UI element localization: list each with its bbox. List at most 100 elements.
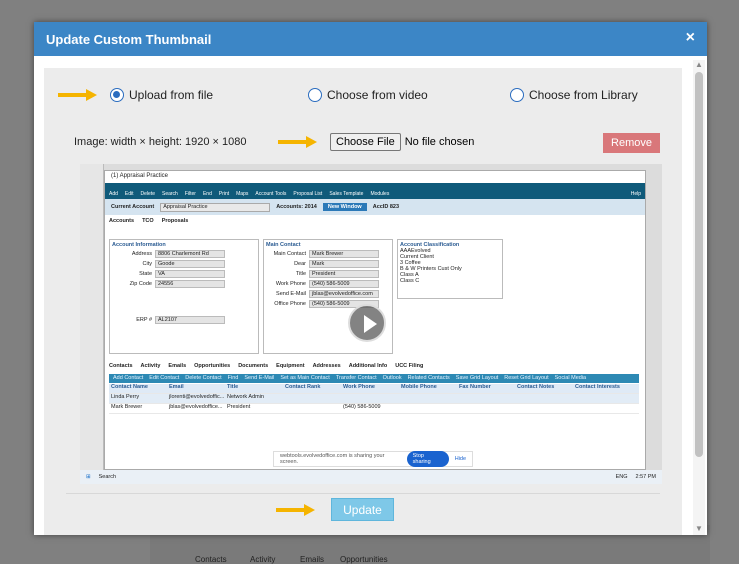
thumb-tab: Accounts [109, 218, 135, 224]
thumb-tool: Search [161, 191, 178, 197]
thumb-field-value: (540) 586-5009 [309, 280, 379, 288]
thumb-tab: TCO [142, 218, 154, 224]
thumb-box-title: Main Contact [266, 242, 301, 248]
close-icon[interactable]: × [686, 29, 695, 47]
thumb-cell: Mark Brewer [111, 404, 143, 410]
thumb-tab: Additional Info [348, 363, 388, 369]
bg-tab: Opportunities [340, 555, 388, 564]
thumb-tab: Proposals [161, 218, 189, 224]
thumb-action: Set as Main Contact [280, 375, 330, 381]
thumb-account-select: Appraisal Practice [160, 202, 271, 212]
thumb-cell: jlorenti@evolvedoffic... [169, 394, 225, 400]
thumb-grid-row: Linda Perry jlorenti@evolvedoffic... Netwo… [109, 394, 639, 404]
scroll-up-icon[interactable]: ▲ [695, 60, 703, 69]
thumb-tab: Addresses [312, 363, 341, 369]
thumb-stop-sharing: Stop sharing [406, 451, 449, 467]
thumb-tab: Emails [168, 363, 187, 369]
thumb-grid-header: Contact Name Email Title Contact Rank Work P… [109, 384, 639, 394]
thumb-tool: End [202, 191, 212, 197]
thumb-field-label: Title [295, 271, 306, 277]
thumb-col: Work Phone [343, 384, 375, 390]
thumb-field-label: Dear [294, 261, 306, 267]
thumb-tool: Account Tools [255, 191, 287, 197]
modal-body: Upload from file Choose from video Choos… [44, 68, 682, 535]
thumb-field-value: President [309, 270, 379, 278]
thumb-new-window: New Window [322, 203, 367, 211]
modal-scrollbar[interactable]: ▲ ▼ [693, 60, 705, 535]
thumb-accounts-count: Accounts: 2014 [276, 204, 317, 210]
thumb-col: Contact Rank [285, 384, 321, 390]
radio-choose-from-library[interactable]: Choose from Library [510, 88, 638, 102]
play-icon[interactable] [348, 304, 386, 342]
thumb-tab: UCC Filing [395, 363, 424, 369]
thumb-contacts-grid: Contact Name Email Title Contact Rank Work P… [109, 384, 639, 414]
thumb-action: Send E-Mail [244, 375, 275, 381]
thumb-tool: Edit [124, 191, 134, 197]
radio-label: Upload from file [129, 88, 214, 102]
radio-icon[interactable] [510, 88, 524, 102]
modal-header: Update Custom Thumbnail × [34, 22, 707, 56]
thumb-cell: Network Admin [227, 394, 264, 400]
radio-label: Choose from video [327, 88, 428, 102]
thumb-action: Add Contact [113, 375, 144, 381]
update-button[interactable]: Update [331, 498, 394, 521]
thumb-contact-tabs: Contacts Activity Emails Opportunities Docum… [109, 363, 423, 369]
thumb-time: 2:57 PM [635, 474, 656, 480]
thumb-tool: Proposal List [293, 191, 323, 197]
thumb-field-value: jblas@evolvedoffice.com [309, 290, 379, 298]
thumb-field-label: State [139, 271, 152, 277]
thumb-action: Reset Grid Layout [504, 375, 549, 381]
thumb-field-label: Address [131, 251, 152, 257]
thumb-account-info: Account Information Address 8806 Charlemo… [109, 239, 259, 354]
thumb-action: Outlook [382, 375, 402, 381]
radio-upload-from-file[interactable]: Upload from file [110, 88, 213, 102]
radio-choose-from-video[interactable]: Choose from video [308, 88, 428, 102]
thumb-field-value: 24556 [155, 280, 225, 288]
thumb-action: Related Contacts [407, 375, 450, 381]
file-input[interactable]: Choose File No file chosen [330, 133, 474, 151]
thumb-tool: Delete [140, 191, 155, 197]
arrow-icon [278, 136, 317, 148]
thumb-help: Help [630, 191, 641, 197]
thumb-toolbar: Add Edit Delete Search Filter End Print Maps Acc… [105, 183, 645, 199]
radio-icon[interactable] [308, 88, 322, 102]
thumb-window-title: (1) Appraisal Practice [105, 171, 645, 183]
modal-title: Update Custom Thumbnail [46, 32, 212, 47]
thumb-field-value: Mark Brewer [309, 250, 379, 258]
thumb-share-banner: webtools.evolvedoffice.com is sharing yo… [273, 451, 473, 467]
thumb-field-label: Office Phone [274, 301, 306, 307]
thumb-cell: President [227, 404, 251, 410]
radio-checked-icon[interactable] [110, 88, 124, 102]
thumb-tab: Opportunities [194, 363, 231, 369]
thumb-hide: Hide [454, 456, 466, 462]
bg-tab: Activity [250, 555, 276, 564]
scrollbar-thumb[interactable] [695, 72, 703, 457]
thumb-tool: Print [218, 191, 230, 197]
thumb-col: Mobile Phone [401, 384, 437, 390]
thumb-cell: (540) 586-5009 [343, 404, 381, 410]
thumb-search: Search [98, 474, 117, 480]
thumb-tool: Sales Template [329, 191, 364, 197]
thumbnail-preview: (1) Appraisal Practice Add Edit Delete Sear… [80, 164, 662, 484]
remove-button[interactable]: Remove [603, 133, 660, 153]
thumb-field-label: ERP # [136, 317, 152, 323]
thumb-field-label: Zip Code [129, 281, 152, 287]
thumb-box-title: Account Information [112, 242, 166, 248]
thumb-col: Contact Interests [575, 384, 620, 390]
thumb-grid-row: Mark Brewer jblas@evolvedoffice... Preside… [109, 404, 639, 414]
thumb-field-value: AL2107 [155, 316, 225, 324]
scroll-down-icon[interactable]: ▼ [695, 524, 703, 533]
thumb-contact-actions: Add Contact Edit Contact Delete Contact Fin… [109, 374, 639, 383]
thumb-cell: jblas@evolvedoffice... [169, 404, 223, 410]
thumb-tab: Equipment [276, 363, 305, 369]
thumb-tool: Modules [370, 191, 390, 197]
thumb-col: Email [169, 384, 184, 390]
radio-label: Choose from Library [529, 88, 638, 102]
thumb-field-value: 8806 Charlemont Rd [155, 250, 225, 258]
divider [66, 493, 660, 494]
thumb-tab: Activity [140, 363, 161, 369]
thumb-action: Social Media [554, 375, 587, 381]
thumb-lang: ENG [615, 474, 628, 480]
choose-file-button[interactable]: Choose File [330, 133, 401, 151]
thumb-field-label: Send E-Mail [276, 291, 306, 297]
